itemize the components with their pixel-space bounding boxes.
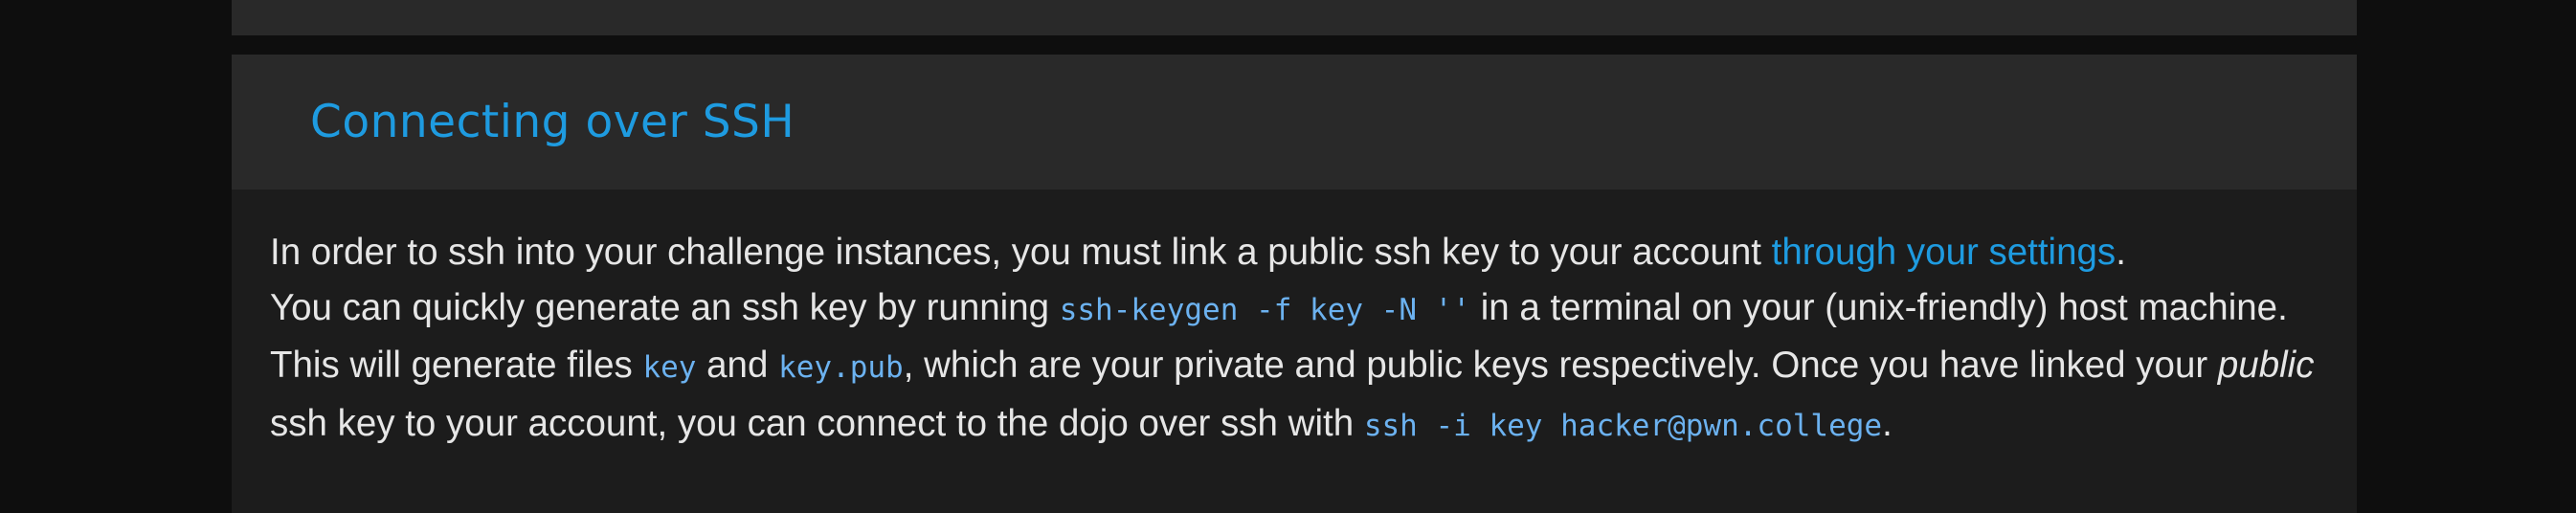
ssh-section-card: Connecting over SSH In order to ssh into…: [232, 55, 2357, 513]
settings-link[interactable]: through your settings: [1772, 232, 2117, 273]
text-final-period: .: [1882, 402, 1893, 444]
ssh-connect-command: ssh -i key hacker@pwn.college: [1363, 408, 1883, 443]
ssh-keygen-command: ssh-keygen -f key -N '': [1059, 292, 1470, 327]
text-period: .: [2116, 232, 2126, 273]
section-body: In order to ssh into your challenge inst…: [232, 190, 2357, 454]
text-and: and: [696, 345, 779, 386]
private-key-filename: key: [642, 350, 697, 385]
text-generate-key: You can quickly generate an ssh key by r…: [270, 286, 1060, 328]
page: Connecting over SSH In order to ssh into…: [0, 0, 2576, 513]
text-keys-respectively: , which are your private and public keys…: [903, 345, 2218, 386]
text-account-link: In order to ssh into your challenge inst…: [270, 232, 1772, 273]
previous-section-card: [232, 0, 2357, 35]
section-title: Connecting over SSH: [310, 96, 795, 148]
public-emphasis: public: [2217, 345, 2315, 386]
ssh-instructions-paragraph: In order to ssh into your challenge inst…: [270, 225, 2328, 454]
section-header: Connecting over SSH: [232, 55, 2357, 190]
public-key-filename: key.pub: [778, 350, 904, 385]
text-connect-dojo: ssh key to your account, you can connect…: [270, 402, 1364, 444]
